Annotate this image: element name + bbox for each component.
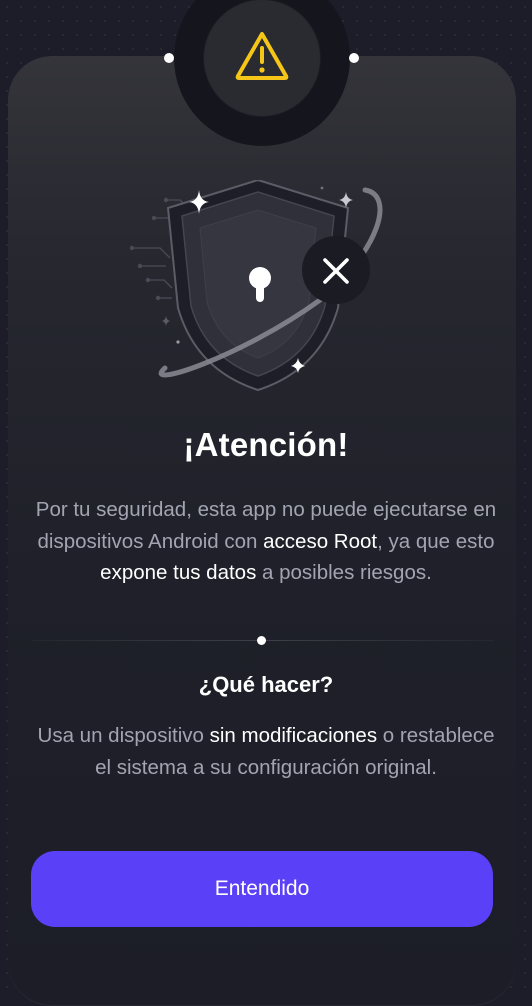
- divider-dot: [257, 636, 266, 645]
- what-to-do-title: ¿Qué hacer?: [198, 672, 334, 697]
- message-highlight-data: expone tus datos: [100, 561, 257, 584]
- message-text: , ya que esto: [377, 529, 495, 553]
- alert-message: Por tu seguridad, esta app no puede ejec…: [30, 494, 502, 589]
- what-to-do-message: Usa un dispositivo sin modificaciones o …: [30, 720, 502, 783]
- message-highlight-root: acceso Root: [263, 529, 378, 553]
- notch-dot-left: [164, 53, 174, 63]
- warning-triangle-icon: [235, 32, 289, 80]
- notch-dot-right: [349, 53, 359, 63]
- understood-button[interactable]: Entendido: [31, 851, 493, 927]
- shield-keyhole-icon: [129, 180, 383, 392]
- alert-title: ¡Atención!: [183, 426, 349, 463]
- instruction-text: Usa un dispositivo: [37, 724, 210, 747]
- instruction-highlight: sin modificaciones: [209, 724, 378, 747]
- message-text: a posibles riesgos.: [256, 561, 432, 584]
